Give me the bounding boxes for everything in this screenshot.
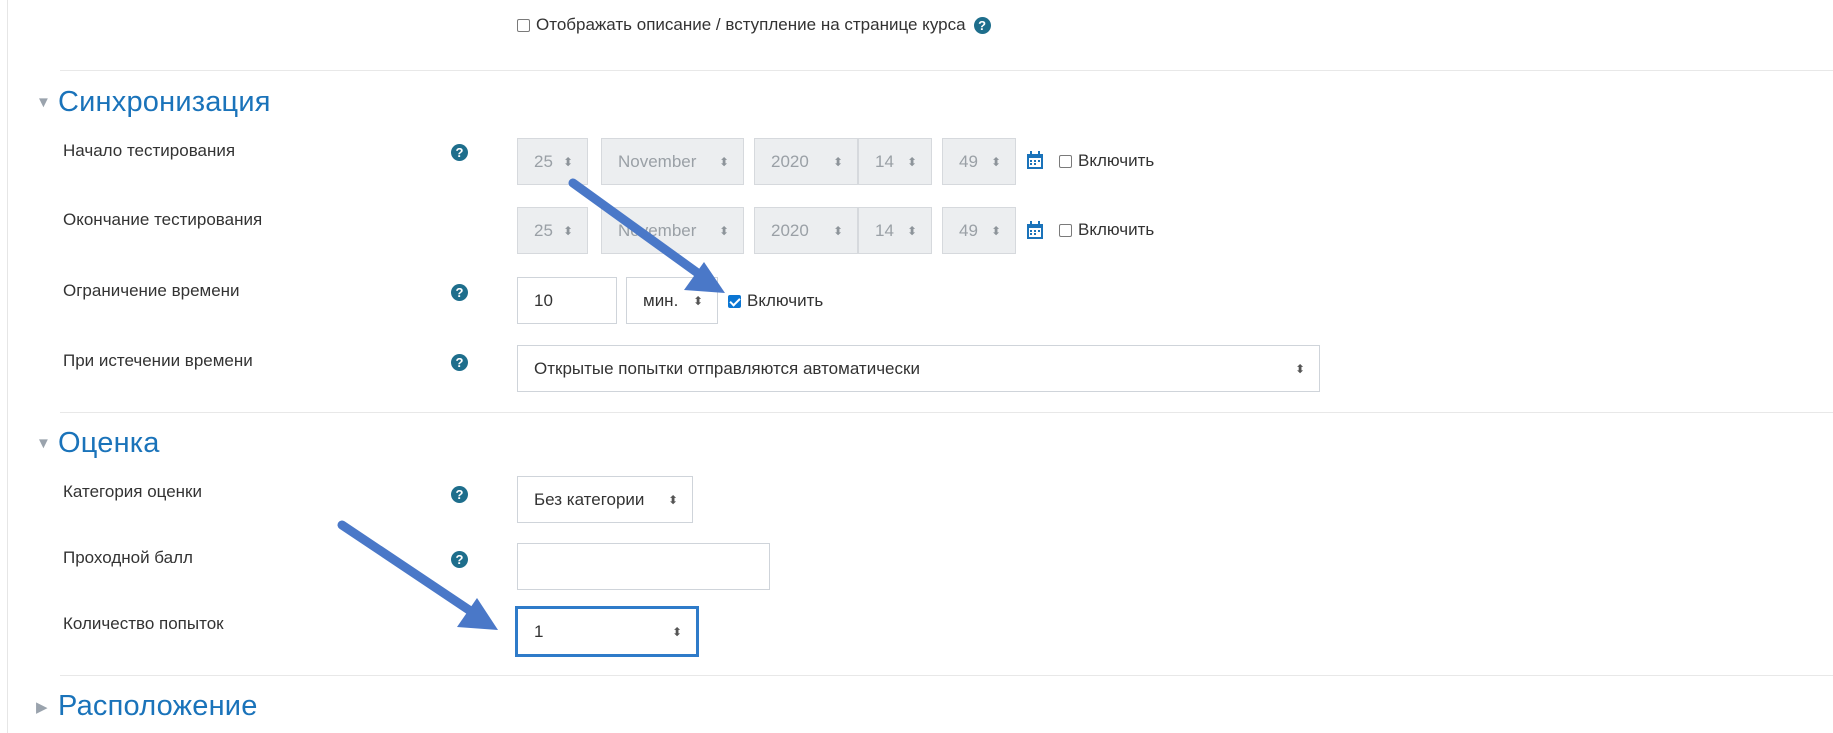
annotation-arrow: [568, 178, 725, 293]
annotation-arrow: [337, 520, 498, 630]
annotation-arrows: [337, 178, 725, 630]
